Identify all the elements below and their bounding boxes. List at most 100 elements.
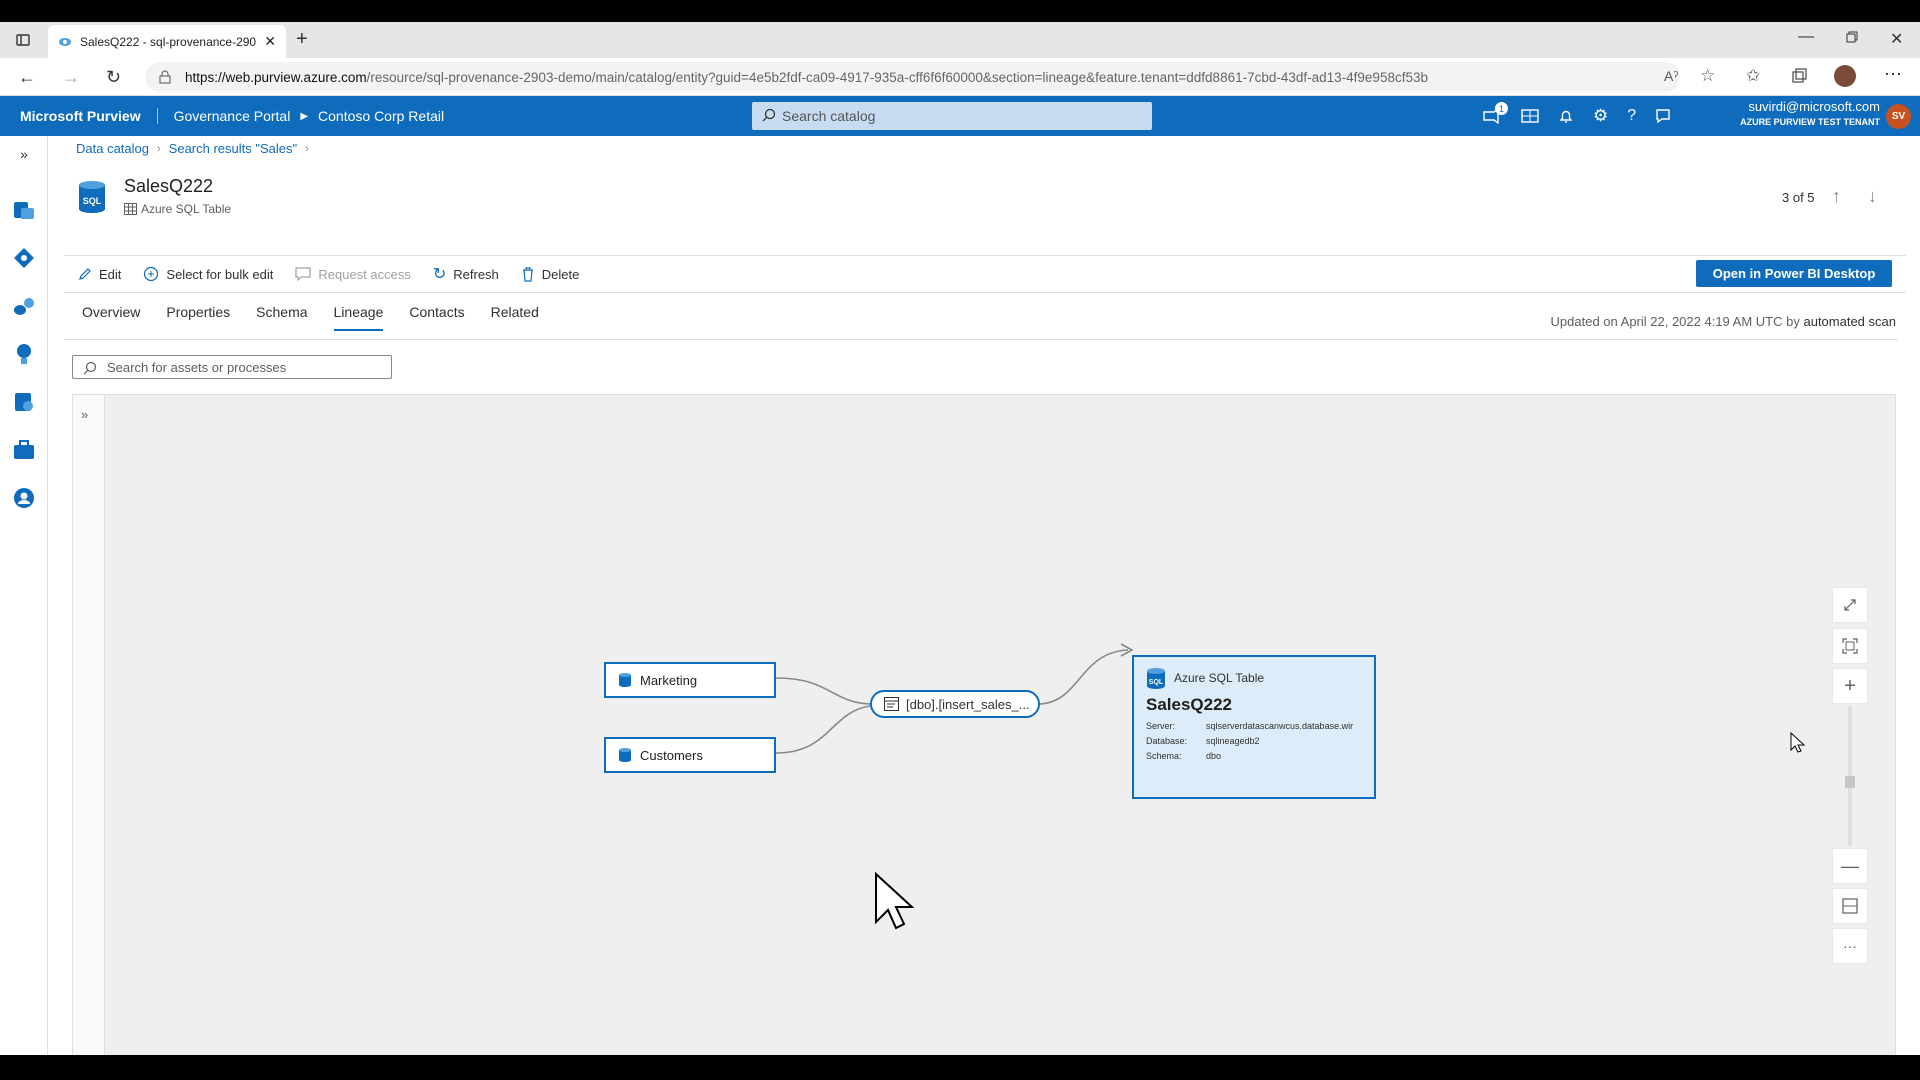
chevron-right-icon: › [305, 142, 309, 155]
brand-name[interactable]: Microsoft Purview [20, 108, 158, 124]
favorites-icon[interactable]: ✩ [1746, 66, 1760, 86]
directory-icon[interactable] [1521, 108, 1539, 124]
minus-icon: — [1841, 855, 1859, 876]
refresh-button[interactable]: ↻ Refresh [433, 264, 499, 284]
restore-icon[interactable] [1845, 30, 1859, 44]
request-access-label: Request access [318, 266, 411, 282]
back-icon[interactable]: ← [18, 67, 36, 88]
profile-photo-icon[interactable] [1834, 65, 1856, 87]
tab-contacts[interactable]: Contacts [409, 304, 464, 331]
collections-icon[interactable] [1790, 67, 1808, 85]
close-tab-icon[interactable]: ✕ [264, 33, 276, 50]
bell-icon[interactable] [1558, 108, 1574, 124]
help-icon[interactable]: ? [1627, 107, 1636, 125]
breadcrumb-data-catalog[interactable]: Data catalog [76, 141, 149, 156]
browser-window: SalesQ222 - sql-provenance-290 ✕ + — ✕ ←… [0, 22, 1920, 1055]
management-icon[interactable] [10, 436, 38, 464]
tab-actions-icon[interactable] [14, 31, 32, 49]
expand-icon [1843, 598, 1857, 612]
trash-icon [521, 266, 535, 282]
sql-database-icon [618, 747, 632, 763]
browser-address-bar: ← → ↻ https://web.purview.azure.com /res… [0, 58, 1920, 96]
delete-button[interactable]: Delete [521, 266, 579, 282]
reload-icon[interactable]: ↻ [106, 67, 121, 88]
user-info[interactable]: suvirdi@microsoft.com AZURE PURVIEW TEST… [1732, 99, 1880, 127]
zoom-out-button[interactable]: — [1832, 848, 1868, 884]
catalog-search-input[interactable]: Search catalog [752, 102, 1152, 130]
tab-related[interactable]: Related [491, 304, 539, 331]
breadcrumb: Data catalog › Search results "Sales" › [76, 141, 309, 156]
url-field[interactable]: https://web.purview.azure.com /resource/… [145, 62, 1680, 92]
data-map-icon[interactable] [10, 244, 38, 272]
request-access-button[interactable]: Request access [295, 267, 411, 282]
avatar[interactable]: SV [1886, 104, 1911, 129]
policy-icon[interactable] [10, 388, 38, 416]
minimap-button[interactable] [1832, 888, 1868, 924]
app-header: Microsoft Purview Governance Portal ▶ Co… [0, 96, 1920, 136]
feedback-notifications-icon[interactable]: 1 [1480, 102, 1508, 124]
fit-icon [1842, 638, 1858, 654]
arrow-down-icon[interactable]: ↓ [1868, 186, 1877, 207]
refresh-label: Refresh [453, 266, 499, 282]
lineage-node-customers[interactable]: Customers [604, 737, 776, 773]
more-icon[interactable]: ⋯ [1884, 64, 1902, 85]
lineage-node-marketing[interactable]: Marketing [604, 662, 776, 698]
tab-lineage[interactable]: Lineage [333, 304, 384, 331]
lineage-target-card[interactable]: SQL Azure SQL Table SalesQ222 Server: sql… [1132, 655, 1376, 799]
zoom-slider[interactable] [1845, 706, 1855, 846]
tab-overview[interactable]: Overview [82, 304, 140, 331]
lineage-process-node[interactable]: [dbo].[insert_sales_... [870, 690, 1040, 718]
sql-table-icon: SQL [1146, 667, 1166, 689]
org-name[interactable]: Contoso Corp Retail [318, 108, 444, 124]
open-power-bi-button[interactable]: Open in Power BI Desktop [1696, 260, 1892, 287]
fit-to-screen-button[interactable] [1832, 628, 1868, 664]
refresh-icon: ↻ [432, 266, 447, 283]
asset-tabs: Overview Properties Schema Lineage Conta… [82, 304, 539, 331]
left-nav-rail: » [0, 136, 48, 1055]
breadcrumb-search-results[interactable]: Search results "Sales" [169, 141, 297, 156]
minimize-icon[interactable]: — [1798, 28, 1814, 46]
sql-table-icon: SQL [78, 180, 106, 214]
server-key: Server: [1146, 721, 1176, 731]
zoom-slider-thumb[interactable] [1845, 776, 1855, 788]
database-value: sqlineagedb2 [1206, 736, 1260, 746]
page-title: SalesQ222 [124, 176, 214, 196]
arrow-up-icon[interactable]: ↑ [1832, 186, 1841, 207]
lineage-canvas[interactable]: » [72, 394, 1896, 1055]
portal-name[interactable]: Governance Portal [174, 108, 291, 124]
bulk-edit-button[interactable]: Select for bulk edit [143, 266, 273, 282]
fullscreen-button[interactable] [1832, 587, 1868, 623]
favorite-star-icon[interactable]: ☆ [1700, 66, 1715, 86]
lineage-search-input[interactable]: Search for assets or processes [72, 355, 392, 379]
account-icon[interactable] [10, 484, 38, 512]
command-bar: Edit Select for bulk edit Request access… [64, 255, 1906, 293]
forward-icon[interactable]: → [62, 67, 80, 88]
bulk-edit-label: Select for bulk edit [166, 266, 274, 282]
process-icon [884, 697, 899, 711]
read-aloud-icon[interactable]: Aˀ [1664, 68, 1678, 84]
new-tab-icon[interactable]: + [296, 28, 308, 51]
data-estate-icon[interactable] [10, 292, 38, 320]
canvas-side-panel: » [73, 395, 105, 1055]
chevron-right-icon: ▶ [300, 110, 309, 122]
browser-tab-active[interactable]: SalesQ222 - sql-provenance-290 ✕ [48, 25, 286, 58]
server-value: sqlserverdatascanwcus.database.wir [1206, 721, 1354, 731]
gear-icon[interactable]: ⚙ [1593, 106, 1608, 126]
expand-nav-icon[interactable]: » [10, 140, 38, 168]
more-options-button[interactable]: ··· [1832, 928, 1868, 964]
tab-schema[interactable]: Schema [256, 304, 307, 331]
insights-icon[interactable] [10, 340, 38, 368]
feedback-icon[interactable] [1655, 108, 1671, 124]
asset-type: Azure SQL Table [124, 202, 231, 216]
tab-properties[interactable]: Properties [166, 304, 230, 331]
node-label: Marketing [640, 672, 698, 688]
url-host: https://web.purview.azure.com [185, 69, 367, 85]
edit-button[interactable]: Edit [78, 267, 121, 282]
target-server-row: Server: sqlserverdatascanwcus.database.wi… [1146, 721, 1362, 731]
data-catalog-icon[interactable] [10, 196, 38, 224]
expand-panel-icon[interactable]: » [81, 407, 88, 422]
close-window-icon[interactable]: ✕ [1890, 29, 1903, 49]
tenant-name: AZURE PURVIEW TEST TENANT [1740, 117, 1880, 127]
zoom-in-button[interactable]: + [1832, 668, 1868, 704]
chevron-right-icon: › [157, 142, 161, 155]
